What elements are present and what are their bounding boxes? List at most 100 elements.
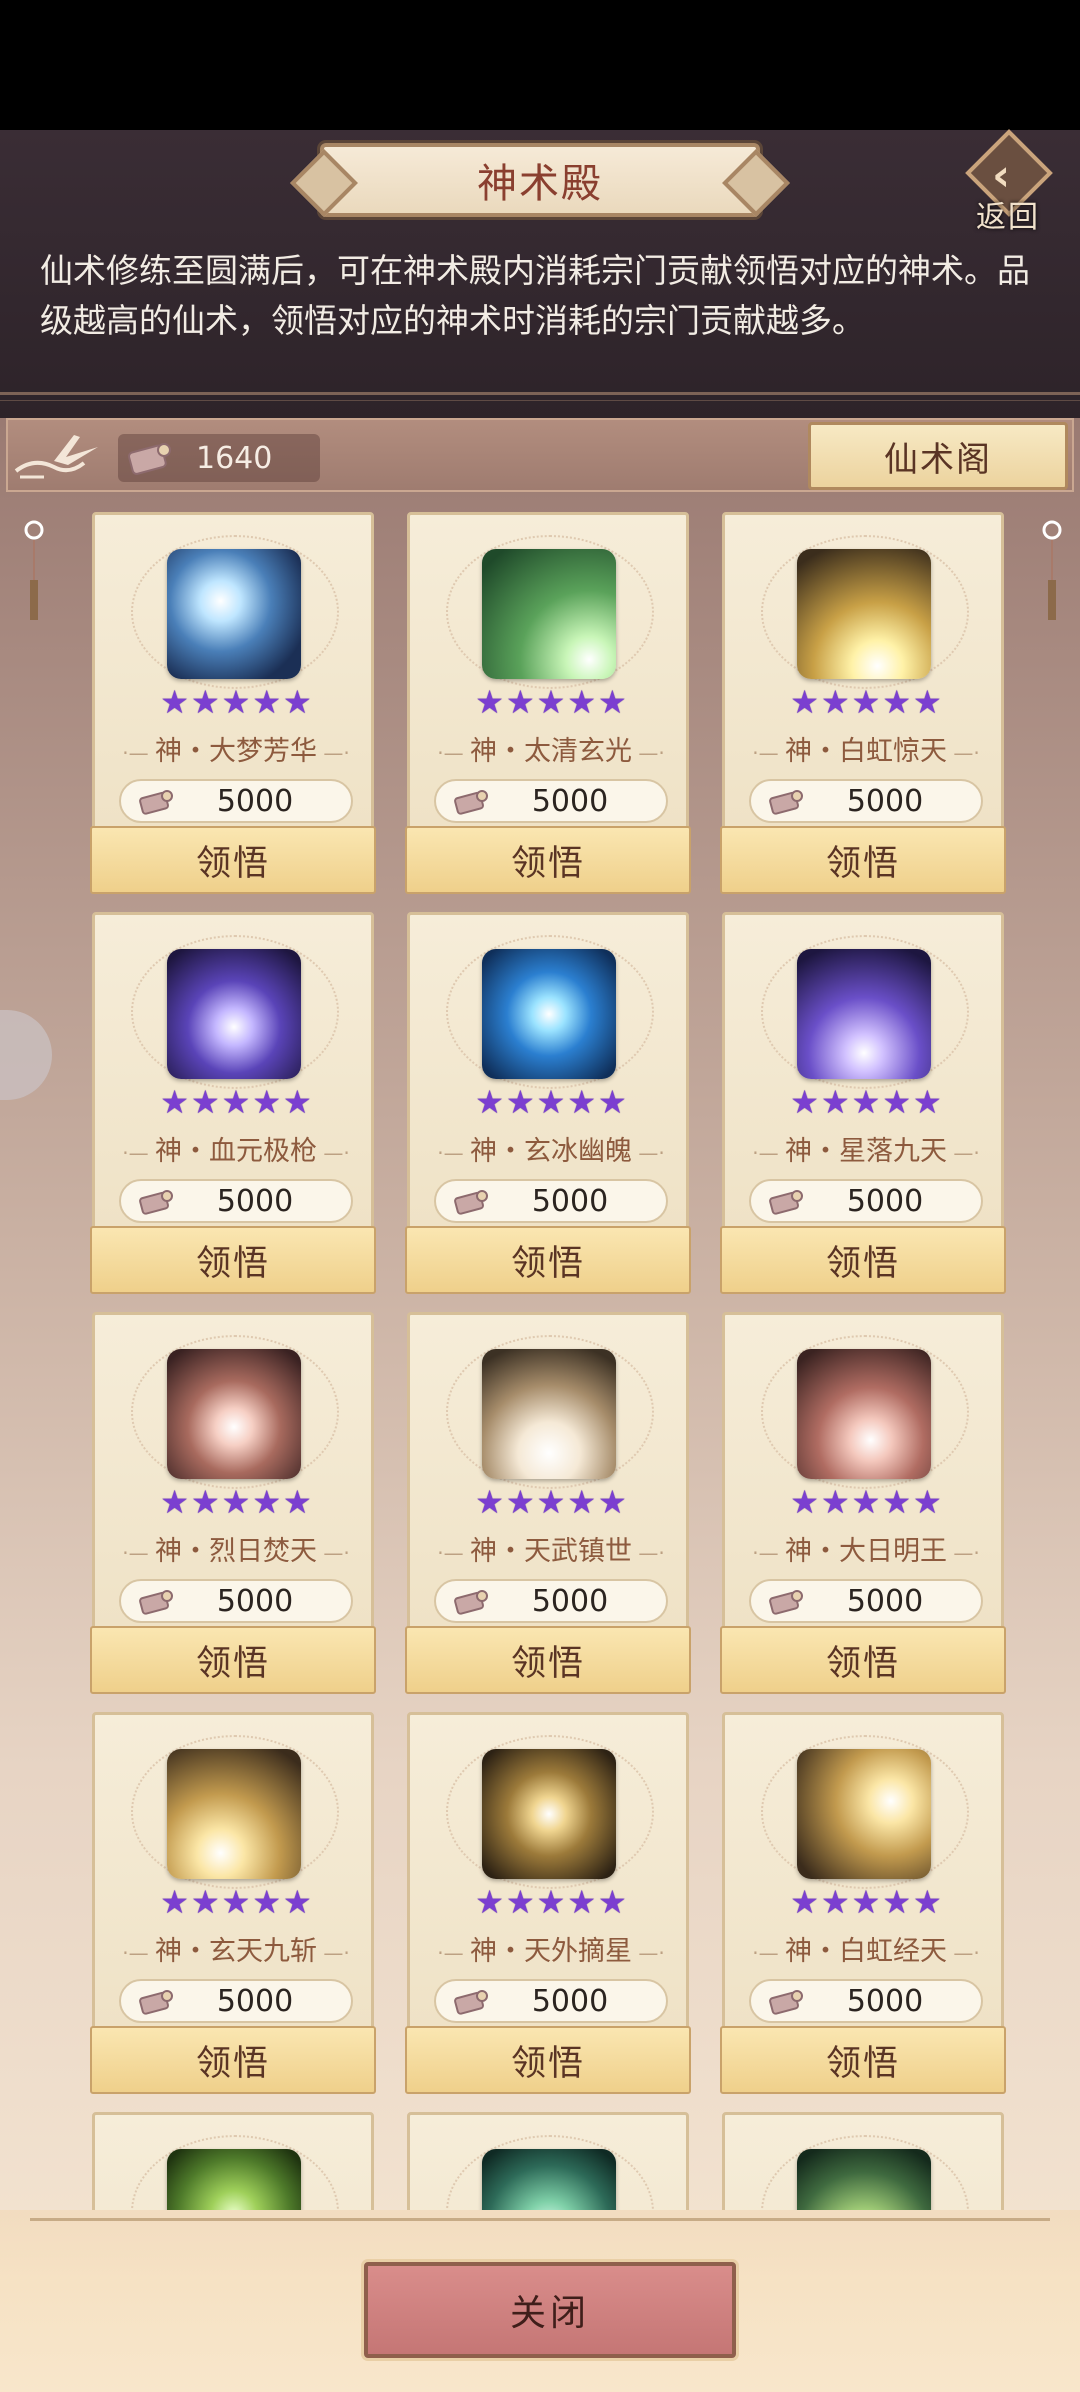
star-rating: ★ ★ ★ ★ ★: [781, 1085, 951, 1119]
technique-name-text: 神・玄天九斩: [155, 1936, 317, 1967]
learn-button[interactable]: 领悟: [405, 2026, 691, 2094]
card-body: ★ ★ ★ ★ ★ ·— 神・太清玄光 —· 5000: [407, 512, 689, 832]
star-icon: ★: [567, 1883, 597, 1921]
learn-button[interactable]: 领悟: [720, 1226, 1006, 1294]
star-icon: ★: [913, 1483, 942, 1521]
xianshu-pavilion-button[interactable]: 仙术阁: [808, 422, 1068, 490]
cost-pill: 5000: [119, 1979, 353, 2023]
technique-card[interactable]: ★ ★ ★ ★ ★ ·— 神・天外摘星 —· 5000 领悟: [405, 1712, 692, 2097]
star-icon: ★: [221, 1083, 251, 1121]
name-deco-right: —·: [317, 1941, 350, 1965]
star-rating: ★ ★ ★ ★ ★: [781, 1485, 951, 1519]
star-icon: ★: [882, 683, 912, 721]
technique-card[interactable]: ★★★★★·— —·5000领悟: [407, 2112, 689, 2217]
cost-value: 5000: [531, 1583, 609, 1619]
card-body: ★ ★ ★ ★ ★ ·— 神・血元极枪 —· 5000: [92, 912, 374, 1232]
header-divider: [0, 392, 1080, 395]
card-body: ★ ★ ★ ★ ★ ·— 神・大梦芳华 —· 5000: [92, 512, 374, 832]
name-deco-right: —·: [317, 1141, 350, 1165]
star-icon: ★: [851, 1083, 881, 1121]
technique-icon: [482, 1749, 616, 1879]
star-icon: ★: [820, 1083, 850, 1121]
star-icon: ★: [160, 1083, 189, 1121]
learn-button[interactable]: 领悟: [720, 1626, 1006, 1694]
name-deco-left: ·—: [122, 1941, 155, 1965]
technique-grid[interactable]: ★ ★ ★ ★ ★ ·— 神・大梦芳华 —· 5000 领悟 ★ ★ ★ ★ ★ ·— 神・太清玄光 —·…: [0, 512, 1080, 2217]
learn-button[interactable]: 领悟: [90, 826, 376, 894]
technique-name-text: 神・大梦芳华: [155, 736, 317, 767]
star-icon: ★: [598, 683, 627, 721]
back-button[interactable]: ‹ 返回: [958, 129, 1058, 236]
technique-icon: [167, 1749, 301, 1879]
learn-button[interactable]: 领悟: [90, 1626, 376, 1694]
name-deco-right: —·: [947, 1541, 980, 1565]
technique-name: ·— 神・星落九天 —·: [725, 1129, 1007, 1168]
card-body: ★ ★ ★ ★ ★ ·— 神・白虹经天 —· 5000: [722, 1712, 1004, 2032]
technique-name-text: 神・玄冰幽魄: [470, 1136, 632, 1167]
scroll-icon: [769, 1990, 803, 2015]
scroll-icon: [127, 443, 171, 475]
technique-name: ·— 神・白虹经天 —·: [725, 1929, 1007, 1968]
technique-card[interactable]: ★ ★ ★ ★ ★ ·— 神・大日明王 —· 5000 领悟: [720, 1312, 1007, 1697]
star-rating: ★ ★ ★ ★ ★: [151, 1085, 321, 1119]
technique-card[interactable]: ★ ★ ★ ★ ★ ·— 神・血元极枪 —· 5000 领悟: [90, 912, 376, 1297]
learn-button[interactable]: 领悟: [405, 826, 691, 894]
star-icon: ★: [283, 1483, 312, 1521]
technique-card[interactable]: ★ ★ ★ ★ ★ ·— 神・星落九天 —· 5000 领悟: [720, 912, 1006, 1297]
technique-name: ·— 神・天外摘星 —·: [410, 1929, 692, 1968]
star-icon: ★: [505, 1083, 535, 1121]
technique-name: ·— 神・白虹惊天 —·: [725, 729, 1007, 768]
learn-button[interactable]: 领悟: [405, 1626, 691, 1694]
technique-name-text: 神・太清玄光: [470, 736, 632, 767]
star-icon: ★: [598, 1883, 627, 1921]
star-icon: ★: [475, 1083, 504, 1121]
name-deco-right: —·: [317, 1541, 350, 1565]
star-icon: ★: [190, 1483, 220, 1521]
name-deco-right: —·: [632, 1141, 665, 1165]
close-button[interactable]: 关闭: [364, 2262, 736, 2358]
learn-button[interactable]: 领悟: [405, 1226, 691, 1294]
page-title: 神术殿: [477, 161, 603, 207]
technique-card[interactable]: ★ ★ ★ ★ ★ ·— 神・白虹惊天 —· 5000 领悟: [720, 512, 1007, 897]
star-icon: ★: [820, 1883, 850, 1921]
technique-card[interactable]: ★★★★★·— —·5000领悟: [92, 2112, 374, 2217]
star-icon: ★: [567, 1483, 597, 1521]
technique-icon: [167, 1349, 301, 1479]
card-body: ★ ★ ★ ★ ★ ·— 神・星落九天 —· 5000: [722, 912, 1004, 1232]
star-icon: ★: [283, 1083, 312, 1121]
cost-pill: 5000: [749, 1979, 983, 2023]
technique-card[interactable]: ★ ★ ★ ★ ★ ·— 神・玄天九斩 —· 5000 领悟: [90, 1712, 377, 2097]
technique-icon: [482, 549, 616, 679]
star-rating: ★ ★ ★ ★ ★: [466, 1085, 636, 1119]
technique-card[interactable]: ★ ★ ★ ★ ★ ·— 神・太清玄光 —· 5000 领悟: [405, 512, 691, 897]
scroll-icon: [139, 1190, 173, 1215]
technique-icon: [167, 549, 301, 679]
star-icon: ★: [790, 1483, 819, 1521]
technique-name: ·— 神・大日明王 —·: [725, 1529, 1007, 1568]
star-icon: ★: [790, 1083, 819, 1121]
learn-button[interactable]: 领悟: [90, 2026, 376, 2094]
star-rating: ★ ★ ★ ★ ★: [466, 1485, 636, 1519]
technique-card[interactable]: ★ ★ ★ ★ ★ ·— 神・烈日焚天 —· 5000 领悟: [90, 1312, 376, 1697]
technique-card[interactable]: ★ ★ ★ ★ ★ ·— 神・大梦芳华 —· 5000 领悟: [90, 512, 376, 897]
star-icon: ★: [190, 683, 220, 721]
name-deco-left: ·—: [752, 741, 785, 765]
cost-value: 5000: [531, 1983, 609, 2019]
learn-button[interactable]: 领悟: [90, 1226, 376, 1294]
name-deco-left: ·—: [122, 1141, 155, 1165]
star-icon: ★: [160, 1883, 189, 1921]
cost-pill: 5000: [434, 1579, 668, 1623]
cost-pill: 5000: [749, 1179, 983, 1223]
technique-card[interactable]: ★ ★ ★ ★ ★ ·— 神・天武镇世 —· 5000 领悟: [405, 1312, 691, 1697]
star-icon: ★: [567, 683, 597, 721]
technique-card[interactable]: ★★★★★·— —·5000领悟: [722, 2112, 1004, 2217]
cost-value: 5000: [846, 1983, 924, 2019]
technique-icon: [482, 1349, 616, 1479]
star-icon: ★: [283, 1883, 312, 1921]
learn-button[interactable]: 领悟: [720, 826, 1006, 894]
cost-value: 5000: [531, 1183, 609, 1219]
technique-card[interactable]: ★ ★ ★ ★ ★ ·— 神・白虹经天 —· 5000 领悟: [720, 1712, 1006, 2097]
technique-card[interactable]: ★ ★ ★ ★ ★ ·— 神・玄冰幽魄 —· 5000 领悟: [405, 912, 691, 1297]
learn-button[interactable]: 领悟: [720, 2026, 1006, 2094]
technique-name: ·— 神・玄天九斩 —·: [95, 1929, 377, 1968]
